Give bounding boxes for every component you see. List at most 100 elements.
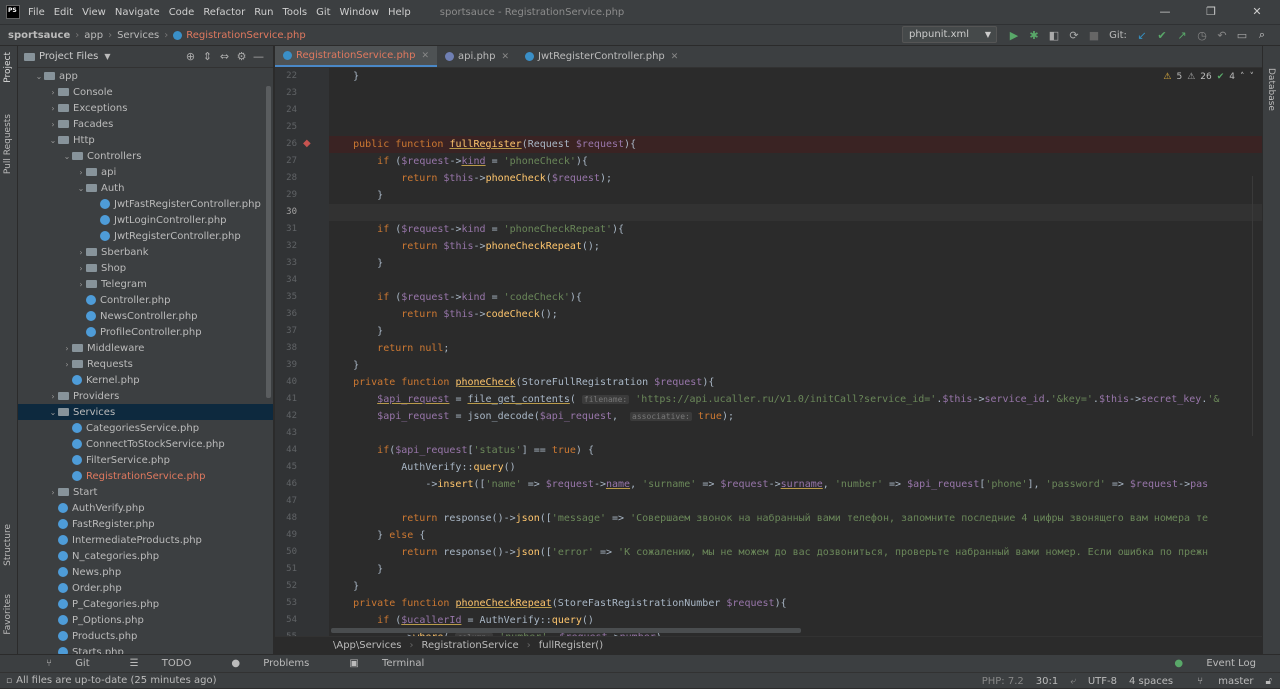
close-icon[interactable]: ✕ [1234,0,1280,24]
chevron-right-icon[interactable]: › [62,360,72,369]
code-line[interactable]: private function phoneCheck(StoreFullReg… [329,374,714,391]
chevron-right-icon[interactable]: › [76,280,86,289]
tree-item[interactable]: ConnectToStockService.php [18,436,273,452]
expand-all-icon[interactable]: ⇕ [199,50,216,63]
tree-item[interactable]: Order.php [18,580,273,596]
hide-icon[interactable]: — [250,50,267,63]
tree-item[interactable]: AuthVerify.php [18,500,273,516]
breadcrumb-file[interactable]: RegistrationService.php [186,30,305,41]
tree-item[interactable]: CategoriesService.php [18,420,273,436]
pull-requests-tool-tab[interactable]: Pull Requests [3,114,13,174]
tree-item[interactable]: ⌄ Services [18,404,273,420]
code-line[interactable]: } [329,255,383,272]
code-line[interactable]: } [329,68,359,85]
close-icon[interactable]: ✕ [502,52,510,62]
tree-item[interactable]: › Sberbank [18,244,273,260]
chevron-down-icon[interactable]: ⌄ [76,184,86,193]
code-line[interactable]: if ($request->kind = 'codeCheck'){ [329,289,582,306]
breadcrumb-app[interactable]: app [84,30,103,41]
code-area[interactable]: } public function fullRegister(Request $… [329,68,1262,636]
code-line[interactable]: if ($request->kind = 'phoneCheckRepeat')… [329,221,624,238]
project-tool-tab[interactable]: Project [3,52,13,83]
history-icon[interactable]: ◷ [1192,29,1212,42]
tree-item[interactable]: › Requests [18,356,273,372]
code-line[interactable]: return $this->codeCheck(); [329,306,558,323]
tree-item[interactable]: NewsController.php [18,308,273,324]
tree-item[interactable]: › Console [18,84,273,100]
code-line[interactable]: } [329,578,359,595]
tree-item[interactable]: ⌄ app [18,68,273,84]
tree-item[interactable]: FilterService.php [18,452,273,468]
tree-item[interactable]: JwtLoginController.php [18,212,273,228]
menu-window[interactable]: Window [340,7,379,18]
tree-item[interactable]: › Exceptions [18,100,273,116]
menu-code[interactable]: Code [169,7,195,18]
code-line[interactable]: ->insert(['name' => $request->name, 'sur… [329,476,1208,493]
caret-position[interactable]: 30:1 [1036,676,1058,687]
git-tool-button[interactable]: ⑂ Git [26,658,90,669]
breadcrumb-project[interactable]: sportsauce [8,30,70,41]
tree-scrollbar[interactable] [266,86,271,398]
menu-refactor[interactable]: Refactor [203,7,245,18]
chevron-right-icon[interactable]: › [48,392,58,401]
todo-tool-button[interactable]: ☰ TODO [110,658,192,669]
menu-edit[interactable]: Edit [54,7,73,18]
tree-item[interactable]: News.php [18,564,273,580]
minimize-icon[interactable]: — [1142,0,1188,24]
chevron-right-icon[interactable]: › [76,264,86,273]
chevron-down-icon[interactable]: ▼ [104,52,110,61]
inspection-widget[interactable]: ⚠ 5 ⚠ 26 ✔ 4 ˄ ˅ [1163,72,1254,82]
database-tool-tab[interactable]: Database [1266,68,1276,111]
chevron-right-icon[interactable]: › [48,88,58,97]
chevron-right-icon[interactable]: › [76,168,86,177]
tree-item[interactable]: › Facades [18,116,273,132]
code-line[interactable]: return $this->phoneCheckRepeat(); [329,238,600,255]
editor-tab[interactable]: RegistrationService.php ✕ [275,46,438,67]
php-version[interactable]: PHP: 7.2 [982,676,1024,687]
code-line[interactable]: } [329,357,359,374]
favorites-tool-tab[interactable]: Favorites [3,594,13,635]
run-icon[interactable]: ▶ [1004,29,1024,42]
event-log-button[interactable]: ● Event Log [1154,658,1256,669]
chevron-right-icon[interactable]: › [48,120,58,129]
terminal-tool-button[interactable]: ▣ Terminal [329,658,424,669]
error-stripe[interactable] [1252,176,1258,436]
code-line[interactable]: return null; [329,340,449,357]
tree-item[interactable]: Starts.php [18,644,273,654]
git-push-icon[interactable]: ↗ [1172,29,1192,42]
tree-item[interactable]: RegistrationService.php [18,468,273,484]
chevron-down-icon[interactable]: ⌄ [48,408,58,417]
file-encoding[interactable]: UTF-8 [1088,676,1117,687]
code-line[interactable]: } [329,323,383,340]
chevron-right-icon[interactable]: › [76,248,86,257]
rollback-icon[interactable]: ↶ [1212,29,1232,42]
code-line[interactable]: return response()->json(['message' => 'С… [329,510,1208,527]
collapse-all-icon[interactable]: ⇔ [216,50,233,63]
code-line[interactable]: } [329,187,383,204]
code-line[interactable]: return response()->json(['error' => 'К с… [329,544,1208,561]
tree-item[interactable]: Kernel.php [18,372,273,388]
gear-icon[interactable]: ⚙ [233,50,250,63]
menu-run[interactable]: Run [254,7,273,18]
chevron-down-icon[interactable]: ⌄ [62,152,72,161]
tree-item[interactable]: › Shop [18,260,273,276]
tree-item[interactable]: N_categories.php [18,548,273,564]
tree-item[interactable]: P_Options.php [18,612,273,628]
git-commit-icon[interactable]: ✔ [1152,29,1172,42]
chevron-right-icon[interactable]: › [48,488,58,497]
coverage-icon[interactable]: ◧ [1044,29,1064,42]
profile-icon[interactable]: ⟳ [1064,29,1084,42]
breakpoint-icon[interactable]: ◆ [303,138,311,149]
line-separator-icon[interactable]: ⤶ [1070,676,1076,687]
git-branch[interactable]: ⑂ master [1185,676,1253,687]
menu-git[interactable]: Git [316,7,330,18]
breadcrumb-namespace[interactable]: \App\Services [333,640,401,651]
code-line[interactable]: } else { [329,527,425,544]
tree-item[interactable]: JwtFastRegisterController.php [18,196,273,212]
chevron-right-icon[interactable]: › [48,104,58,113]
tree-item[interactable]: › Telegram [18,276,273,292]
code-line[interactable]: $api_request = json_decode($api_request,… [329,408,734,425]
chevron-down-icon[interactable]: ˅ [1250,72,1255,82]
tree-item[interactable]: ⌄ Http [18,132,273,148]
chevron-up-icon[interactable]: ˄ [1240,72,1245,82]
